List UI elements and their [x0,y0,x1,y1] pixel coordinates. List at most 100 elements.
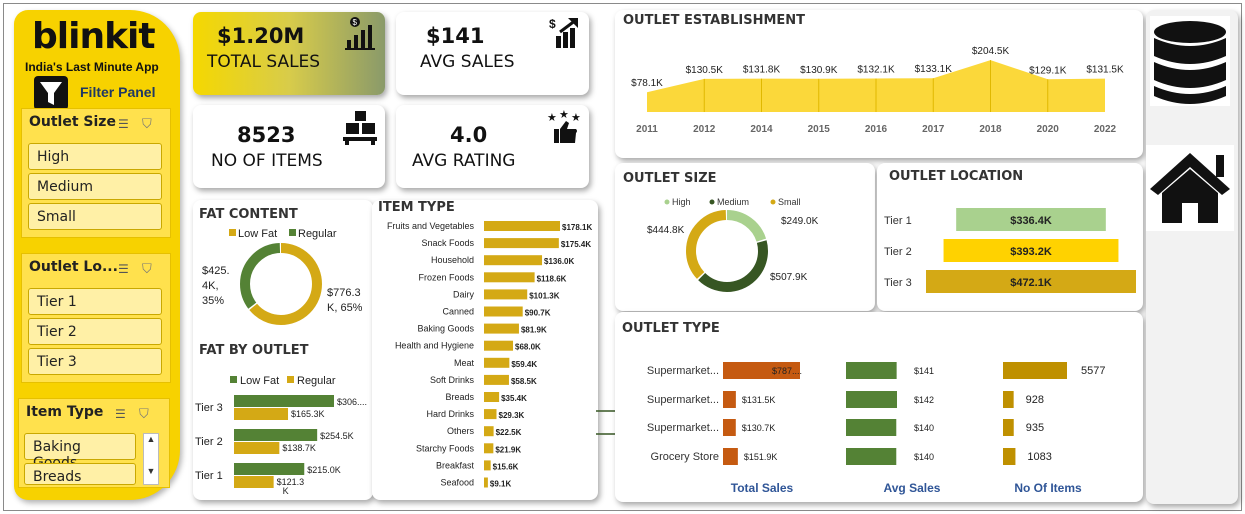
legend-swatch [289,229,296,236]
slicer-title: Outlet Size [29,114,116,130]
item-type-chart: Fruits and Vegetables $178.1K Snack Foods $… [387,221,592,489]
y-tick-label: Tier 2 [884,246,912,258]
bar [484,272,535,283]
slicer-scrollbar[interactable]: ▲ ▼ [143,433,159,485]
data-label: 928 [1026,394,1044,406]
y-tick-label: Supermarket... [647,365,719,377]
y-tick-label: Tier 1 [195,470,223,482]
y-tick-label: Health and Hygiene [395,341,474,351]
slicer-item-tier-2[interactable]: Tier 2 [28,318,162,345]
multi-select-icon[interactable]: ☰ [118,117,129,131]
svg-text:★: ★ [559,109,569,121]
funnel-icon [34,76,68,110]
legend-swatch [230,376,237,383]
bar-avg-sales [846,448,897,465]
y-tick-label: Meat [454,358,475,368]
data-label: $90.7K [525,309,551,318]
y-tick-label: Soft Drinks [430,375,475,385]
outlet-size-title: OUTLET SIZE [623,171,717,186]
fat-content-chart: Low Fat Regular $776.3 K, 65% $425. 4K, 35% [202,228,363,325]
home-button[interactable] [1146,145,1234,231]
x-tick-label: 2014 [750,124,773,135]
data-label: $9.1K [490,480,512,489]
x-tick-label: 2015 [808,124,831,135]
y-tick-label: Snack Foods [421,238,474,248]
multi-select-icon[interactable]: ☰ [115,407,126,421]
brand-logo: blinkit [32,16,156,57]
scroll-down-icon[interactable]: ▼ [144,466,158,476]
data-label: $393.2K [1010,246,1052,258]
svg-text:$: $ [353,18,358,27]
slicer-item-medium[interactable]: Medium [28,173,162,200]
legend-label: Regular [298,228,337,240]
x-tick-label: 2022 [1094,124,1117,135]
slicer-item-type: Item Type ☰ ⛉ Baking Goods Breads ▲ ▼ [18,398,170,488]
bar [484,392,500,402]
data-label: $336.4K [1010,215,1052,227]
data-label: $140 [914,452,934,462]
bar [484,255,543,266]
clear-filter-icon[interactable]: ⛉ [142,261,152,277]
kpi-label: TOTAL SALES [207,52,321,72]
scroll-up-icon[interactable]: ▲ [144,434,158,444]
bar-regular [234,408,289,420]
data-label: $165.3K [291,409,325,419]
data-label: $142 [914,395,934,405]
column-header: Total Sales [731,481,794,495]
bar-avg-sales [846,362,897,379]
database-button[interactable] [1150,16,1230,106]
data-label: $130.5K [686,65,724,76]
data-label: $178.1K [562,223,592,232]
bar [484,238,559,249]
y-tick-label: Seafood [440,478,474,488]
data-label: $59.4K [511,360,537,369]
slicer-item-tier-3[interactable]: Tier 3 [28,348,162,375]
data-label: $78.1K [631,78,663,89]
multi-select-icon[interactable]: ☰ [118,262,129,276]
outlet-type-chart: Supermarket... $787.... $141 5577 Supermarke… [647,362,1105,495]
clear-filter-icon[interactable]: ⛉ [139,406,149,422]
x-tick-label: 2016 [865,124,888,135]
y-tick-label: Household [431,255,474,265]
bar-no-of-items [1003,391,1014,408]
clear-filter-icon[interactable]: ⛉ [142,116,152,132]
data-label: $131.8K [743,65,781,76]
data-label: $131.5K [1086,65,1124,76]
slicer-item-baking-goods[interactable]: Baking Goods [24,433,136,471]
data-label: $472.1K [1010,277,1052,289]
bar [484,426,494,437]
boxes-icon [343,111,377,145]
y-tick-label: Baking Goods [417,324,474,334]
legend-label: Regular [297,375,336,387]
data-label: $29.3K [499,411,525,420]
data-label: $22.5K [496,428,522,437]
bar [484,443,494,454]
bar-total-sales [723,448,738,465]
bar-no-of-items [1003,362,1067,379]
data-label: $68.0K [515,343,541,352]
growth-chart-icon: $ [345,17,375,50]
slicer-item-small[interactable]: Small [28,203,162,230]
slicer-item-breads[interactable]: Breads [24,463,136,485]
y-tick-label: Starchy Foods [416,443,475,453]
y-tick-label: Dairy [453,289,475,299]
kpi-value: 8523 [237,123,296,147]
slicer-item-high[interactable]: High [28,143,162,170]
bar [484,289,528,300]
data-label: $133.1K [915,64,953,75]
data-label: $204.5K [972,46,1010,57]
kpi-rating-card: 4.0 AVG RATING ★ ★ ★ [396,105,589,188]
data-label: $425. [202,265,230,277]
x-tick-label: 2020 [1037,124,1060,135]
slicer-title: Item Type [26,404,104,420]
data-label: $138.7K [282,443,316,453]
kpi-avg-sales-card: $141 AVG SALES $ [396,12,589,95]
data-label: $136.0K [544,257,574,266]
bar [484,221,560,231]
outlet-establishment-title: OUTLET ESTABLISHMENT [623,13,806,28]
slicer-title: Outlet Lo... [29,259,118,275]
outlet-type-title: OUTLET TYPE [622,321,720,336]
y-tick-label: Breakfast [436,460,475,470]
slicer-item-tier-1[interactable]: Tier 1 [28,288,162,315]
legend-swatch [287,376,294,383]
